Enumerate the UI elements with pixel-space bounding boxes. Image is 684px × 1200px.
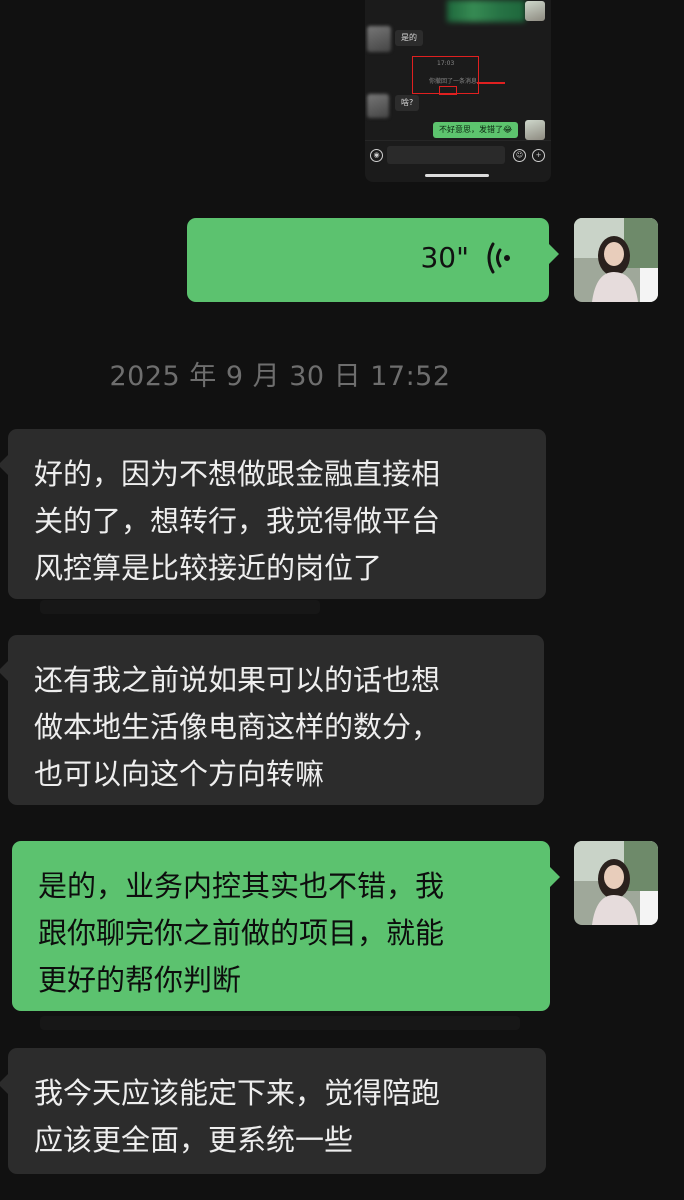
voice-duration: 30" (420, 241, 469, 274)
mini-contact-avatar-2 (367, 94, 389, 118)
chat-timestamp: 2025 年 9 月 30 日 17:52 (109, 361, 451, 392)
my-avatar-2[interactable] (574, 841, 658, 925)
message-line: 也可以向这个方向转嘛 (34, 757, 325, 791)
avatar-photo-icon (574, 841, 658, 925)
image-message[interactable]: 是的 17:03 你撤回了一条消息 啥? 不好意思，发错了😂 ◉ ☺ + (365, 0, 551, 182)
mini-self-avatar-2 (525, 120, 545, 140)
mini-recall-notice: 你撤回了一条消息 (429, 78, 478, 85)
chat-screen: 是的 17:03 你撤回了一条消息 啥? 不好意思，发错了😂 ◉ ☺ + 30" (0, 0, 684, 1200)
mini-voice-icon: ◉ (370, 149, 383, 162)
message-line: 我今天应该能定下来，觉得陪跑 (34, 1076, 441, 1110)
my-avatar[interactable] (574, 218, 658, 302)
mini-contact-avatar (367, 26, 391, 52)
message-line: 是的，业务内控其实也不错，我 (38, 869, 445, 903)
message-line: 风控算是比较接近的岗位了 (34, 551, 383, 585)
avatar-photo-icon (574, 218, 658, 302)
message-line: 跟你聊完你之前做的项目，就能 (38, 916, 445, 950)
shadow-artifact (40, 600, 320, 614)
shadow-artifact (40, 1016, 520, 1030)
received-message-2[interactable]: 还有我之前说如果可以的话也想 做本地生活像电商这样的数分， 也可以向这个方向转嘛 (0, 635, 544, 805)
voice-message-bubble[interactable]: 30" (187, 218, 559, 302)
message-line: 应该更全面，更系统一些 (34, 1123, 354, 1157)
mini-emoji-icon: ☺ (513, 149, 526, 162)
mini-timestamp: 17:03 (437, 60, 455, 67)
mini-self-avatar (525, 1, 545, 21)
message-line: 更好的帮你判断 (38, 963, 242, 997)
received-message-1[interactable]: 好的，因为不想做跟金融直接相 关的了，想转行，我觉得做平台 风控算是比较接近的岗… (0, 429, 546, 599)
message-line: 好的，因为不想做跟金融直接相 (34, 457, 441, 491)
voice-wave-icon (487, 242, 510, 274)
mini-text-input (387, 146, 505, 164)
sent-message-1[interactable]: 是的，业务内控其实也不错，我 跟你聊完你之前做的项目，就能 更好的帮你判断 (12, 841, 560, 1011)
mini-input-bar: ◉ ☺ + (365, 140, 551, 169)
mini-home-indicator (425, 174, 489, 177)
message-line: 做本地生活像电商这样的数分， (34, 710, 441, 744)
highlight-box-small (439, 86, 457, 95)
mini-message-right: 不好意思，发错了😂 (433, 122, 519, 138)
received-message-3[interactable]: 我今天应该能定下来，觉得陪跑 应该更全面，更系统一些 (0, 1048, 546, 1174)
blurred-contact-name (447, 0, 525, 22)
highlight-arrow (477, 82, 505, 84)
message-line: 关的了，想转行，我觉得做平台 (34, 504, 441, 538)
mini-message-left-2: 啥? (395, 95, 420, 111)
mini-message-left: 是的 (395, 30, 423, 46)
mini-plus-icon: + (532, 149, 545, 162)
message-line: 还有我之前说如果可以的话也想 (34, 663, 441, 697)
